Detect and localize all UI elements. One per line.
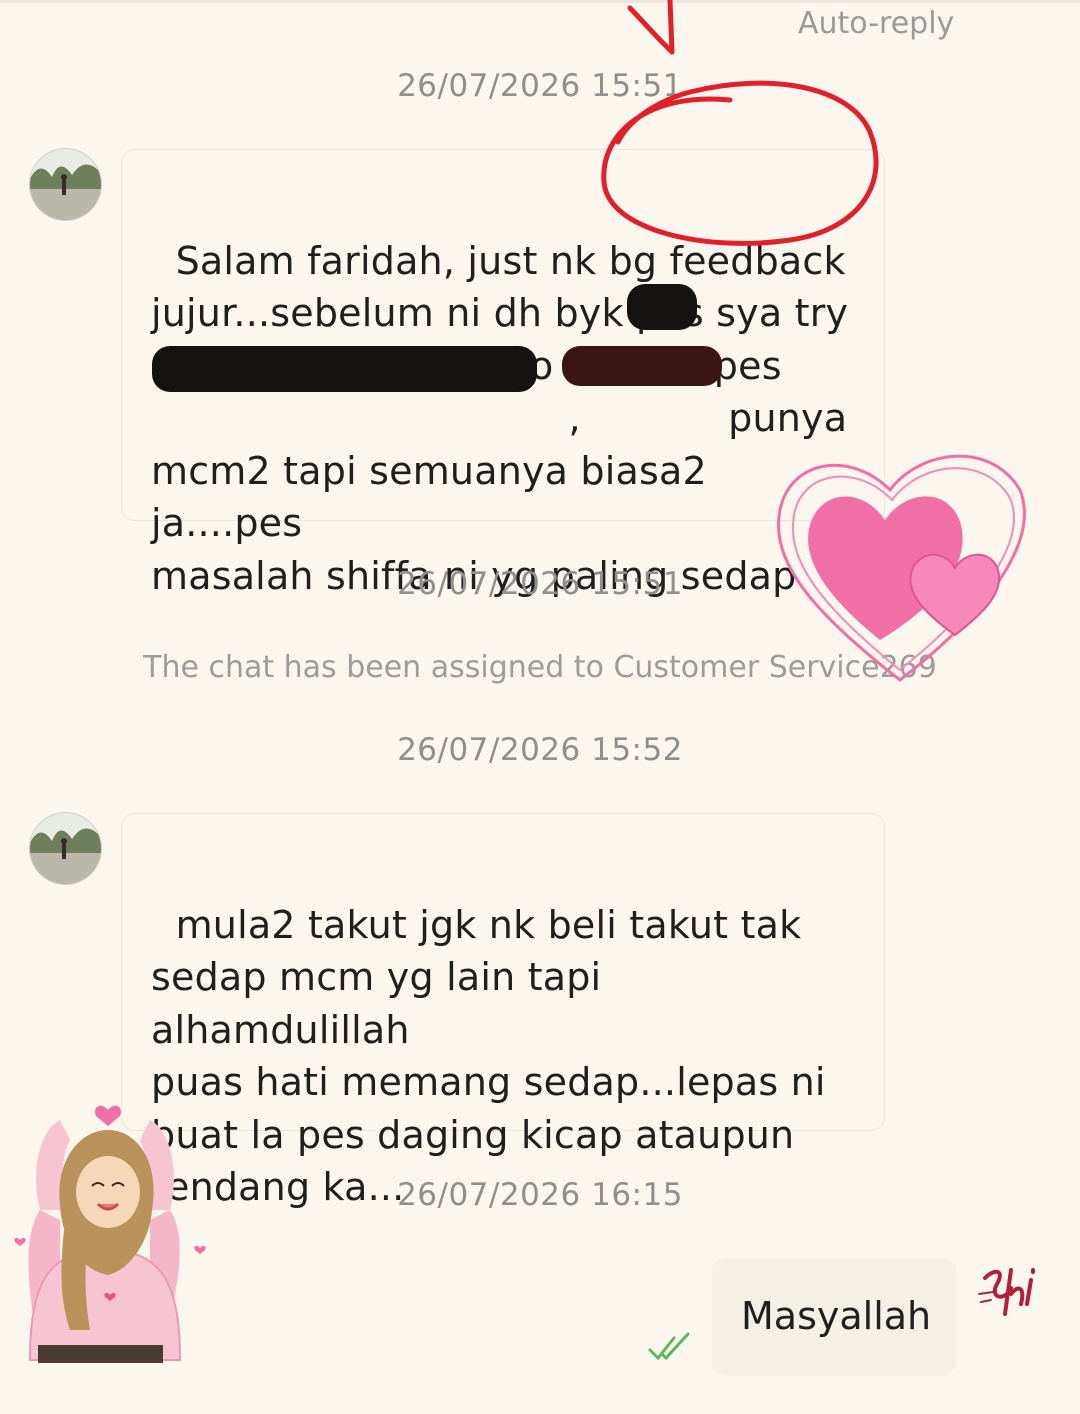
message-text: mula2 takut jgk nk beli takut tak sedap … — [151, 902, 826, 1210]
top-divider — [0, 0, 1080, 3]
message-text: Masyallah — [741, 1294, 932, 1338]
redaction-mark — [152, 346, 537, 392]
timestamp: 26/07/2026 15:51 — [397, 566, 683, 602]
message-text: Salam faridah, just nk bg feedback jujur… — [151, 238, 849, 598]
signature-logo-icon — [978, 1268, 1035, 1316]
message-bubble-outgoing[interactable]: Masyallah — [712, 1258, 956, 1376]
system-message: The chat has been assigned to Customer S… — [143, 650, 937, 685]
auto-reply-label: Auto-reply — [798, 6, 955, 41]
avatar-photo-icon — [30, 149, 101, 220]
message-bubble-incoming[interactable]: mula2 takut jgk nk beli takut tak sedap … — [121, 813, 885, 1209]
avatar[interactable] — [29, 812, 102, 885]
redaction-mark — [562, 346, 722, 386]
message-bubble-incoming[interactable]: Salam faridah, just nk bg feedback jujur… — [121, 149, 885, 598]
double-check-icon — [648, 1332, 690, 1361]
timestamp: 26/07/2026 16:15 — [397, 1177, 683, 1213]
avatar-photo-icon — [30, 813, 101, 884]
timestamp: 26/07/2026 15:51 — [397, 68, 683, 104]
redaction-mark — [627, 284, 697, 330]
timestamp: 26/07/2026 15:52 — [397, 732, 683, 768]
avatar[interactable] — [29, 148, 102, 221]
